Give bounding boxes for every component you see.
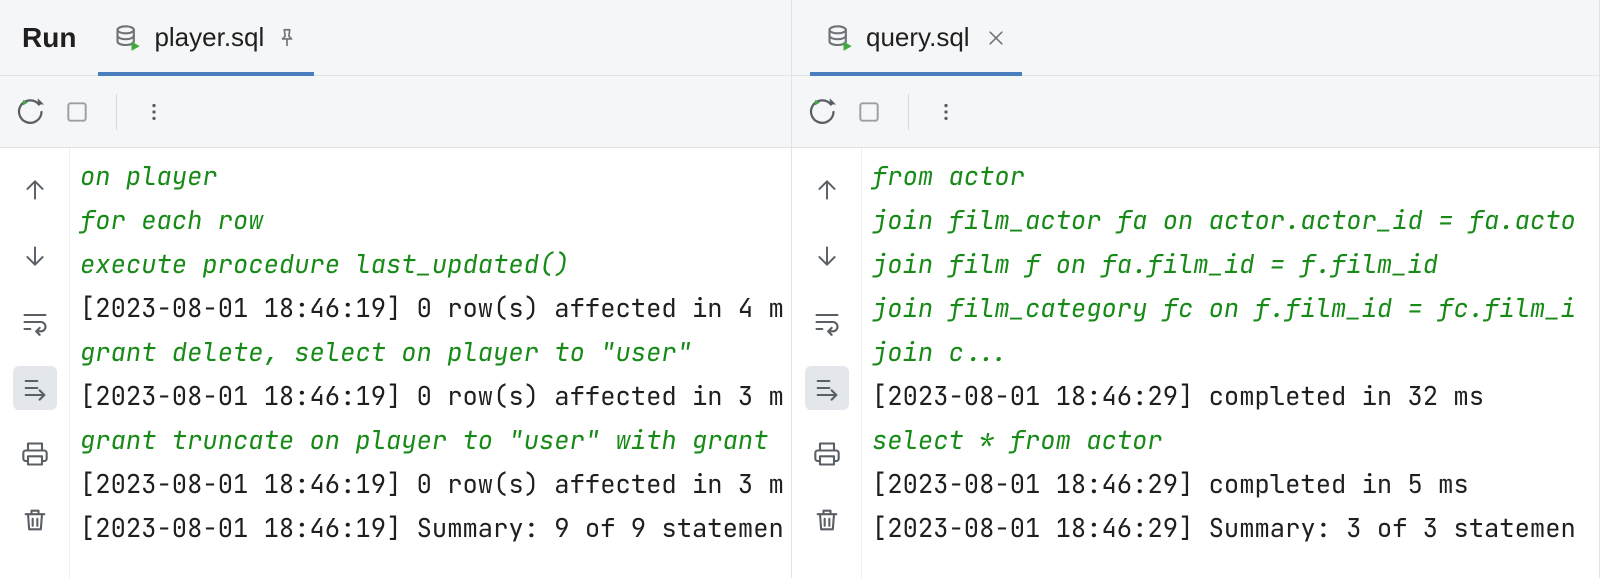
- console-body-left: on playerfor each rowexecute procedure l…: [0, 148, 791, 578]
- console-message-line: [2023-08-01 18:46:19] Summary: 9 of 9 st…: [80, 506, 787, 550]
- toolbar-left: [0, 76, 791, 148]
- soft-wrap-icon[interactable]: [13, 300, 57, 344]
- clear-all-icon[interactable]: [13, 498, 57, 542]
- more-options-icon[interactable]: [143, 101, 165, 123]
- console-message-line: [2023-08-01 18:46:29] completed in 5 ms: [872, 462, 1595, 506]
- gutter-left: [0, 148, 70, 578]
- console-sql-line: join c...: [872, 330, 1595, 374]
- tabbar-right: query.sql: [792, 0, 1599, 76]
- console-sql-line: on player: [80, 154, 787, 198]
- console-sql-line: grant truncate on player to "user" with …: [80, 418, 787, 462]
- console-sql-line: from actor: [872, 154, 1595, 198]
- pin-icon[interactable]: [276, 27, 298, 49]
- console-message-line: [2023-08-01 18:46:19] 0 row(s) affected …: [80, 286, 787, 330]
- console-sql-line: grant delete, select on player to "user": [80, 330, 787, 374]
- tab-filename: query.sql: [866, 22, 970, 53]
- sql-file-icon: [114, 24, 142, 52]
- sql-file-icon: [826, 24, 854, 52]
- console-message-line: [2023-08-01 18:46:19] 0 row(s) affected …: [80, 462, 787, 506]
- print-icon[interactable]: [805, 432, 849, 476]
- console-message-line: [2023-08-01 18:46:19] 0 row(s) affected …: [80, 374, 787, 418]
- console-sql-line: select * from actor: [872, 418, 1595, 462]
- stop-button[interactable]: [64, 99, 90, 125]
- previous-entry-icon[interactable]: [13, 168, 57, 212]
- toolbar-separator: [908, 94, 909, 130]
- stop-button[interactable]: [856, 99, 882, 125]
- console-body-right: from actorjoin film_actor fa on actor.ac…: [792, 148, 1599, 578]
- tabbar-left: Run player.sql: [0, 0, 791, 76]
- console-sql-line: join film_category fc on f.film_id = fc.…: [872, 286, 1595, 330]
- console-message-line: [2023-08-01 18:46:29] completed in 32 ms: [872, 374, 1595, 418]
- gutter-right: [792, 148, 862, 578]
- toolbar-right: [792, 76, 1599, 148]
- tab-player-sql[interactable]: player.sql: [98, 0, 314, 75]
- clear-all-icon[interactable]: [805, 498, 849, 542]
- previous-entry-icon[interactable]: [805, 168, 849, 212]
- console-message-line: [2023-08-01 18:46:29] Summary: 3 of 3 st…: [872, 506, 1595, 550]
- print-icon[interactable]: [13, 432, 57, 476]
- scroll-to-end-icon[interactable]: [13, 366, 57, 410]
- tab-filename: player.sql: [154, 22, 264, 53]
- console-output-right[interactable]: from actorjoin film_actor fa on actor.ac…: [862, 148, 1599, 578]
- console-output-left[interactable]: on playerfor each rowexecute procedure l…: [70, 148, 791, 578]
- more-options-icon[interactable]: [935, 101, 957, 123]
- run-pane-left: Run player.sql: [0, 0, 792, 578]
- close-tab-icon[interactable]: [986, 28, 1006, 48]
- tab-query-sql[interactable]: query.sql: [810, 0, 1022, 75]
- scroll-to-end-icon[interactable]: [805, 366, 849, 410]
- soft-wrap-icon[interactable]: [805, 300, 849, 344]
- rerun-button[interactable]: [14, 97, 44, 127]
- console-sql-line: for each row: [80, 198, 787, 242]
- toolbar-separator: [116, 94, 117, 130]
- console-sql-line: join film_actor fa on actor.actor_id = f…: [872, 198, 1595, 242]
- next-entry-icon[interactable]: [13, 234, 57, 278]
- rerun-button[interactable]: [806, 97, 836, 127]
- console-sql-line: execute procedure last_updated(): [80, 242, 787, 286]
- run-toolwindow-label[interactable]: Run: [12, 22, 98, 54]
- next-entry-icon[interactable]: [805, 234, 849, 278]
- console-sql-line: join film f on fa.film_id = f.film_id: [872, 242, 1595, 286]
- run-pane-right: query.sql: [792, 0, 1600, 578]
